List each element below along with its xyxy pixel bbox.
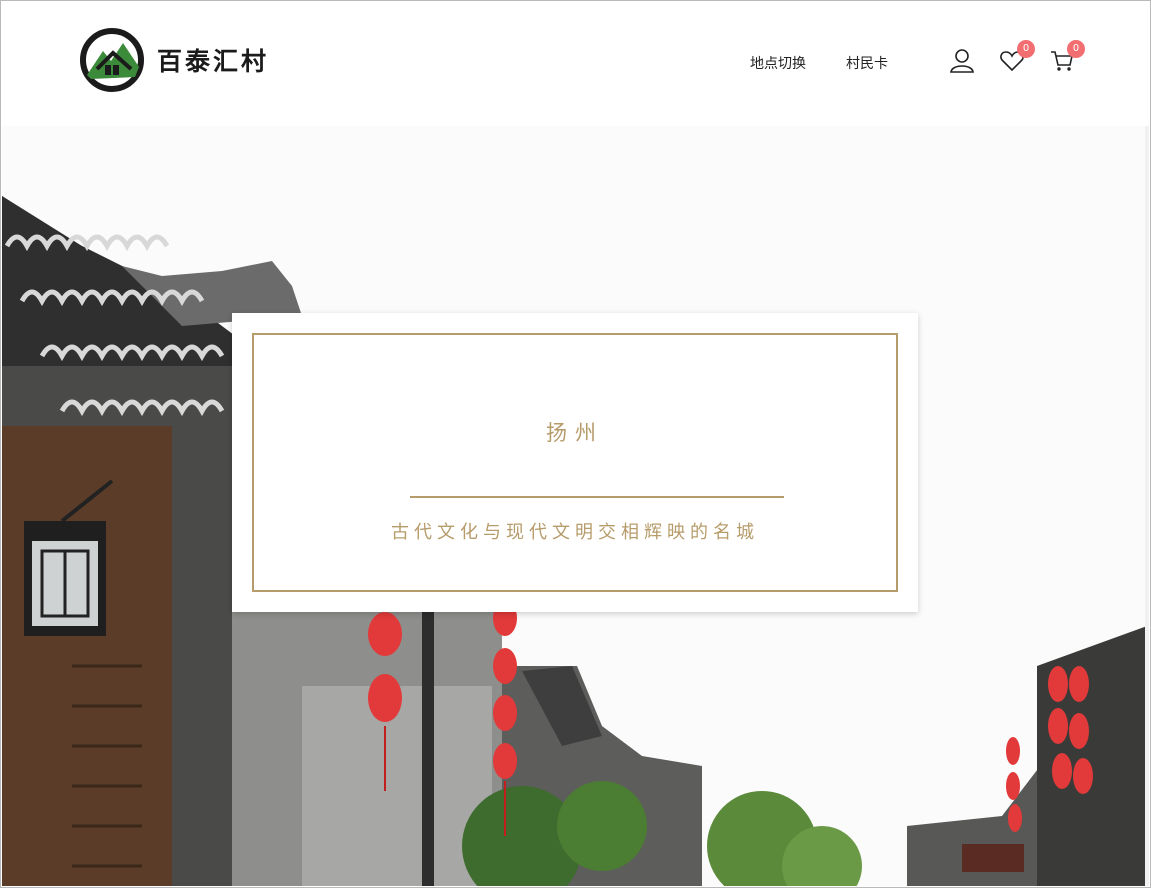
cart-count-badge: 0 <box>1067 40 1085 58</box>
user-icon <box>950 49 974 73</box>
site-header: 百泰汇村 地点切换 村民卡 0 0 <box>1 1 1150 126</box>
nav-villager-card[interactable]: 村民卡 <box>846 53 888 73</box>
wishlist-button[interactable]: 0 <box>999 40 1035 74</box>
brand-name: 百泰汇村 <box>157 47 270 76</box>
house-mountain-logo-icon <box>80 28 144 92</box>
title-divider <box>410 496 784 498</box>
wishlist-count-badge: 0 <box>1017 40 1035 58</box>
page-scrollbar[interactable] <box>1145 2 1149 886</box>
main-nav: 地点切换 村民卡 <box>750 53 888 73</box>
card-border-frame: 扬州 古代文化与现代文明交相辉映的名城 <box>252 333 898 592</box>
site-logo[interactable]: 百泰汇村 <box>79 27 269 93</box>
nav-location-switch[interactable]: 地点切换 <box>750 53 806 73</box>
city-subtitle: 古代文化与现代文明交相辉映的名城 <box>391 522 759 543</box>
cart-button[interactable]: 0 <box>1049 40 1085 74</box>
city-title: 扬州 <box>546 421 604 445</box>
account-button[interactable] <box>949 48 975 74</box>
city-banner-card: 扬州 古代文化与现代文明交相辉映的名城 <box>232 313 918 612</box>
